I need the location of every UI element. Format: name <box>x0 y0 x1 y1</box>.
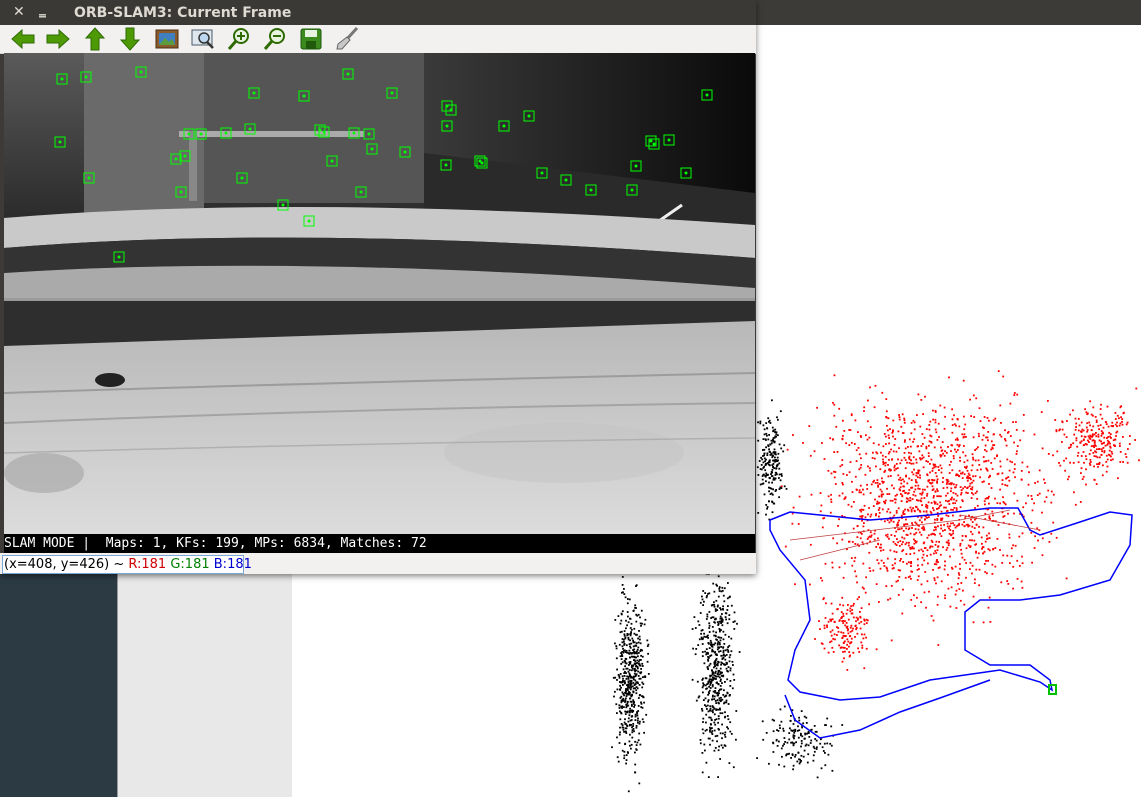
feature-point <box>367 132 371 136</box>
viewer-menu-panel <box>117 572 294 797</box>
camera-frame-image <box>4 53 755 534</box>
status-bar: SLAM MODE | Maps: 1, KFs: 199, MPs: 6834… <box>4 534 755 553</box>
zoom-in-icon <box>227 28 249 50</box>
feature-point <box>240 176 244 180</box>
trajectory-line-secondary <box>784 679 991 739</box>
feature-point <box>445 124 449 128</box>
feature-point <box>187 132 191 136</box>
arrow-right-icon <box>46 28 70 50</box>
feature-point <box>281 203 285 207</box>
feature-point <box>705 93 709 97</box>
zoom-original-button[interactable] <box>189 27 217 51</box>
feature-point <box>117 255 121 259</box>
feature-point <box>667 138 671 142</box>
pan-up-button[interactable] <box>81 27 109 51</box>
save-button[interactable] <box>297 27 325 51</box>
desktop-background <box>0 572 117 740</box>
feature-point <box>652 142 656 146</box>
arrow-down-icon <box>119 27 141 51</box>
save-icon <box>300 28 322 50</box>
close-icon[interactable]: ✕ <box>13 4 25 20</box>
window-titlebar: ✕ ‗ ORB-SLAM3: Current Frame <box>0 0 756 25</box>
feature-point <box>139 70 143 74</box>
pixel-blue-value: B:181 <box>213 557 252 572</box>
arrow-up-icon <box>84 27 106 51</box>
feature-point <box>359 190 363 194</box>
feature-point <box>449 108 453 112</box>
feature-point <box>564 178 568 182</box>
pan-right-button[interactable] <box>44 27 72 51</box>
feature-point <box>684 171 688 175</box>
current-frame-window: ✕ ‗ ORB-SLAM3: Current Frame SLAM MODE |… <box>0 0 756 574</box>
properties-button[interactable] <box>333 27 361 51</box>
feature-point <box>649 139 653 143</box>
image-icon <box>155 29 179 49</box>
feature-point <box>60 77 64 81</box>
feature-point <box>84 75 88 79</box>
feature-point <box>87 176 91 180</box>
feature-point <box>199 132 203 136</box>
zoom-out-button[interactable] <box>261 27 289 51</box>
pan-down-button[interactable] <box>116 27 144 51</box>
feature-point <box>403 150 407 154</box>
feature-point <box>174 157 178 161</box>
feature-point <box>346 72 350 76</box>
zoom-out-icon <box>263 28 285 50</box>
feature-point <box>527 114 531 118</box>
feature-point <box>502 124 506 128</box>
feature-point <box>634 164 638 168</box>
feature-point <box>248 127 252 131</box>
feature-point <box>183 154 187 158</box>
feature-point <box>224 131 228 135</box>
feature-point <box>330 159 334 163</box>
pixel-coords: (x=408, y=426) ~ <box>4 557 129 572</box>
feature-point <box>179 190 183 194</box>
pixel-green-value: G:181 <box>170 557 210 572</box>
feature-point <box>252 91 256 95</box>
zoom-in-button[interactable] <box>225 27 253 51</box>
pixel-readout: (x=408, y=426) ~ R:181 G:181 B:181 <box>4 554 252 575</box>
feature-point <box>480 161 484 165</box>
feature-point <box>302 94 306 98</box>
pixel-info-bar: (x=408, y=426) ~ R:181 G:181 B:181 <box>0 553 756 574</box>
toolbar <box>0 25 756 54</box>
brush-icon <box>336 27 359 50</box>
trajectory-line <box>769 507 1133 701</box>
zoom-window-icon <box>191 29 214 49</box>
minimize-icon[interactable]: ‗ <box>39 2 46 18</box>
feature-point <box>540 171 544 175</box>
feature-point <box>58 140 62 144</box>
window-title: ORB-SLAM3: Current Frame <box>74 5 292 21</box>
pixel-red-value: R:181 <box>128 557 167 572</box>
background-window-titlebar <box>754 0 1141 25</box>
feature-point <box>589 188 593 192</box>
feature-point <box>370 147 374 151</box>
feature-point <box>352 131 356 135</box>
feature-point <box>307 219 311 223</box>
feature-point <box>322 130 326 134</box>
zoom-fit-button[interactable] <box>153 27 181 51</box>
arrow-left-icon <box>11 28 35 50</box>
camera-frame[interactable] <box>4 53 755 534</box>
feature-point <box>630 188 634 192</box>
feature-point <box>444 163 448 167</box>
feature-point <box>390 91 394 95</box>
pan-left-button[interactable] <box>9 27 37 51</box>
